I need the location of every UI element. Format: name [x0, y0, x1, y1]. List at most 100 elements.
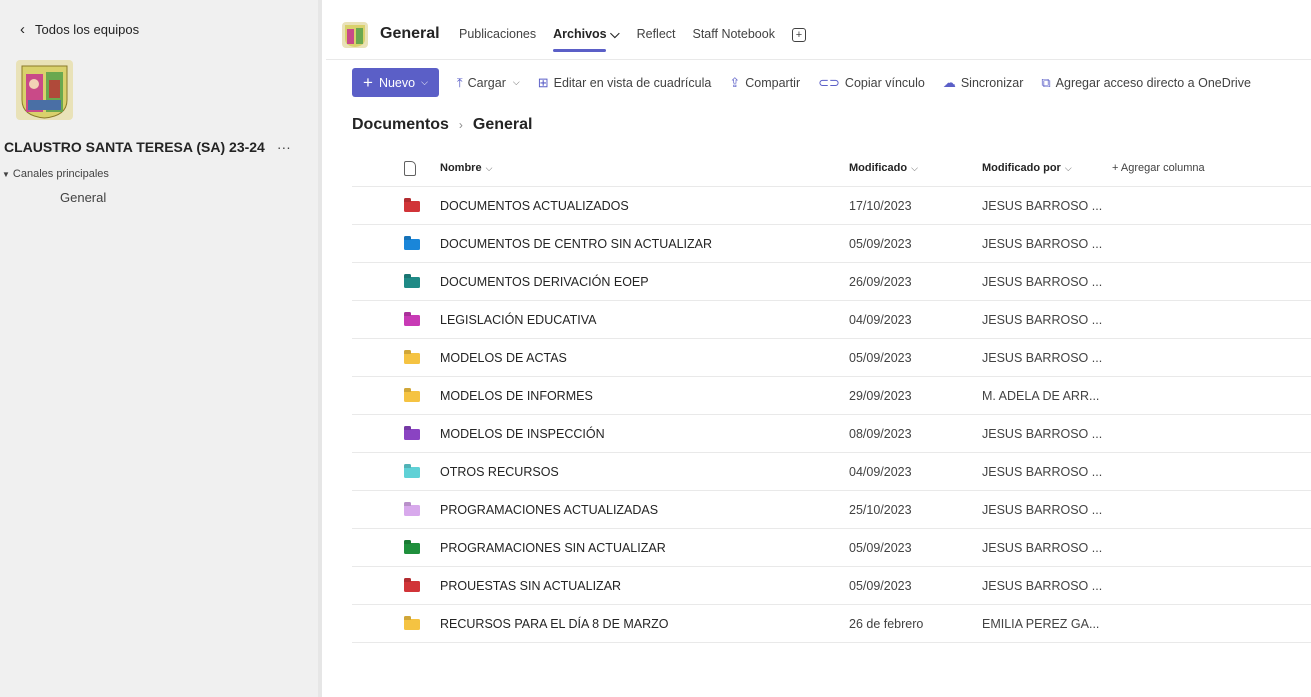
add-shortcut-button[interactable]: ⧉ Agregar acceso directo a OneDrive — [1041, 75, 1251, 91]
copy-link-button[interactable]: ⊂⊃ Copiar vínculo — [818, 75, 925, 91]
file-name[interactable]: LEGISLACIÓN EDUCATIVA — [440, 301, 597, 338]
modified-date: 05/09/2023 — [849, 236, 912, 251]
upload-button[interactable]: ⤒ Cargar ⌵ — [457, 75, 520, 91]
modified-by: JESUS BARROSO ... — [982, 312, 1103, 327]
new-button[interactable]: + Nuevo ⌵ — [352, 68, 439, 97]
modified-by: EMILIA PEREZ GA... — [982, 616, 1100, 631]
table-row[interactable]: DOCUMENTOS DE CENTRO SIN ACTUALIZAR 05/09… — [352, 225, 1311, 263]
breadcrumb-documentos[interactable]: Documentos — [352, 116, 449, 134]
tab-staff-notebook[interactable]: Staff Notebook — [693, 27, 775, 42]
modified-by: JESUS BARROSO ... — [982, 502, 1103, 517]
more-options-icon[interactable]: ··· — [277, 139, 291, 155]
folder-icon — [404, 201, 420, 212]
modified-by: M. ADELA DE ARR... — [982, 388, 1100, 403]
file-name[interactable]: MODELOS DE INFORMES — [440, 377, 593, 414]
breadcrumb-general: General — [472, 116, 533, 133]
folder-icon-cell — [404, 301, 424, 338]
channel-header: General Publicaciones Archivos ⌵ Reflect… — [326, 0, 1311, 60]
link-icon: ⊂⊃ — [818, 74, 840, 90]
table-row[interactable]: PROGRAMACIONES SIN ACTUALIZAR 05/09/2023 J… — [352, 529, 1311, 567]
table-row[interactable]: DOCUMENTOS ACTUALIZADOS 17/10/2023 JESUS B… — [352, 187, 1311, 225]
modified-date: 05/09/2023 — [849, 540, 912, 555]
table-row[interactable]: PROUESTAS SIN ACTUALIZAR 05/09/2023 JESUS … — [352, 567, 1311, 605]
tab-archivos[interactable]: Archivos ⌵ — [553, 27, 620, 52]
sync-label: Sincronizar — [960, 75, 1024, 90]
tab-publicaciones[interactable]: Publicaciones — [459, 27, 536, 42]
add-tab-icon[interactable]: + — [791, 28, 806, 42]
channels-section-header[interactable]: ▼ Canales principales — [2, 168, 109, 180]
back-to-teams-link[interactable]: ‹ Todos los equipos — [20, 22, 139, 37]
table-row[interactable]: DOCUMENTOS DERIVACIÓN EOEP 26/09/2023 JESU… — [352, 263, 1311, 301]
file-name[interactable]: RECURSOS PARA EL DÍA 8 DE MARZO — [440, 605, 669, 642]
column-header-modified[interactable]: Modificado ⌵ — [849, 150, 918, 186]
folder-icon — [404, 543, 420, 554]
table-row[interactable]: OTROS RECURSOS 04/09/2023 JESUS BARROSO ..… — [352, 453, 1311, 491]
folder-icon — [404, 505, 420, 516]
table-row[interactable]: MODELOS DE ACTAS 05/09/2023 JESUS BARROSO … — [352, 339, 1311, 377]
sidebar-item-general[interactable]: General — [60, 190, 106, 205]
file-name[interactable]: DOCUMENTOS DERIVACIÓN EOEP — [440, 263, 649, 300]
modified-date: 29/09/2023 — [849, 388, 912, 403]
folder-icon-cell — [404, 605, 424, 642]
grid-icon: ⊞ — [537, 74, 549, 90]
folder-icon-cell — [404, 453, 424, 490]
file-name[interactable]: MODELOS DE ACTAS — [440, 339, 567, 376]
add-column-button[interactable]: + Agregar columna — [1112, 150, 1205, 186]
modified-by: JESUS BARROSO ... — [982, 350, 1103, 365]
file-name[interactable]: DOCUMENTOS DE CENTRO SIN ACTUALIZAR — [440, 225, 712, 262]
column-modified-label: Modificado — [849, 162, 908, 174]
team-name[interactable]: CLAUSTRO SANTA TERESA (SA) 23-24 ··· — [4, 139, 291, 155]
table-row[interactable]: LEGISLACIÓN EDUCATIVA 04/09/2023 JESUS BAR… — [352, 301, 1311, 339]
caret-down-icon: ▼ — [2, 169, 10, 179]
modified-date: 04/09/2023 — [849, 464, 912, 479]
chevron-down-icon: ⌵ — [911, 162, 918, 173]
chevron-right-icon: › — [458, 118, 463, 132]
file-name[interactable]: PROGRAMACIONES ACTUALIZADAS — [440, 491, 658, 528]
grid-view-button[interactable]: ⊞ Editar en vista de cuadrícula — [538, 75, 712, 91]
chevron-left-icon: ‹ — [20, 21, 25, 38]
sync-icon: ☁ — [942, 74, 956, 90]
channel-avatar — [342, 22, 368, 48]
modified-by: JESUS BARROSO ... — [982, 540, 1103, 555]
sync-button[interactable]: ☁ Sincronizar — [943, 75, 1024, 91]
folder-icon-cell — [404, 263, 424, 300]
plus-icon: + — [363, 73, 373, 92]
share-label: Compartir — [745, 75, 801, 90]
folder-icon — [404, 277, 420, 288]
table-row[interactable]: MODELOS DE INFORMES 29/09/2023 M. ADELA DE… — [352, 377, 1311, 415]
table-row[interactable]: MODELOS DE INSPECCIÓN 08/09/2023 JESUS BAR… — [352, 415, 1311, 453]
grid-view-label: Editar en vista de cuadrícula — [553, 75, 712, 90]
file-name[interactable]: PROUESTAS SIN ACTUALIZAR — [440, 567, 621, 604]
document-icon — [404, 160, 416, 176]
main-content: General Publicaciones Archivos ⌵ Reflect… — [326, 0, 1311, 697]
modified-by: JESUS BARROSO ... — [982, 426, 1103, 441]
file-rows: DOCUMENTOS ACTUALIZADOS 17/10/2023 JESUS B… — [352, 187, 1311, 643]
column-name-label: Nombre — [440, 162, 482, 174]
tab-reflect[interactable]: Reflect — [637, 27, 676, 42]
file-type-header[interactable] — [404, 150, 424, 186]
folder-icon-cell — [404, 529, 424, 566]
breadcrumb: Documentos › General — [352, 116, 533, 134]
table-row[interactable]: PROGRAMACIONES ACTUALIZADAS 25/10/2023 JES… — [352, 491, 1311, 529]
modified-by: JESUS BARROSO ... — [982, 578, 1103, 593]
modified-date: 26/09/2023 — [849, 274, 912, 289]
table-row[interactable]: RECURSOS PARA EL DÍA 8 DE MARZO 26 de feb… — [352, 605, 1311, 643]
back-label: Todos los equipos — [35, 22, 140, 37]
column-header-modified-by[interactable]: Modificado por ⌵ — [982, 150, 1072, 186]
tab-bar: Publicaciones Archivos ⌵ Reflect Staff N… — [459, 27, 806, 52]
file-name[interactable]: MODELOS DE INSPECCIÓN — [440, 415, 605, 452]
file-name[interactable]: OTROS RECURSOS — [440, 453, 559, 490]
folder-icon — [404, 619, 420, 630]
modified-by: JESUS BARROSO ... — [982, 464, 1103, 479]
folder-icon — [404, 391, 420, 402]
folder-icon — [404, 353, 420, 364]
chevron-down-icon: ⌵ — [512, 77, 520, 87]
folder-icon-cell — [404, 567, 424, 604]
share-button[interactable]: ⇪ Compartir — [729, 75, 800, 91]
modified-date: 05/09/2023 — [849, 350, 912, 365]
file-name[interactable]: DOCUMENTOS ACTUALIZADOS — [440, 187, 629, 224]
channel-title: General — [380, 25, 440, 42]
file-name[interactable]: PROGRAMACIONES SIN ACTUALIZAR — [440, 529, 666, 566]
folder-icon — [404, 239, 420, 250]
column-header-name[interactable]: Nombre ⌵ — [440, 150, 492, 186]
